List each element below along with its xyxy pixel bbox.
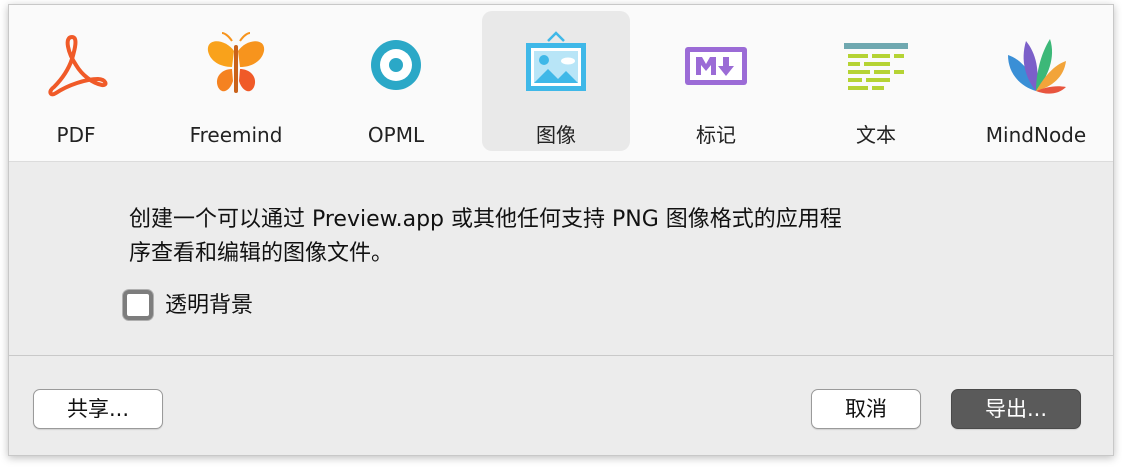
format-mindnode[interactable]: MindNode <box>962 11 1110 151</box>
cancel-button[interactable]: 取消 <box>811 389 921 429</box>
text-icon <box>844 43 908 90</box>
format-description: 创建一个可以通过 Preview.app 或其他任何支持 PNG 图像格式的应用… <box>129 203 989 271</box>
format-label: 图像 <box>536 123 576 147</box>
format-label: Freemind <box>189 123 283 147</box>
format-text[interactable]: 文本 <box>802 11 950 151</box>
format-toolbar: PDF Freemind OPML 图像 标记 文本 MindNode <box>9 5 1113 162</box>
transparent-background-label: 透明背景 <box>165 293 254 318</box>
format-label: MindNode <box>985 123 1087 147</box>
opml-icon <box>371 40 421 90</box>
share-button[interactable]: 共享... <box>33 389 163 429</box>
format-markdown[interactable]: 标记 <box>642 11 790 151</box>
export-button[interactable]: 导出... <box>951 389 1081 429</box>
pdf-icon <box>48 35 108 97</box>
format-opml[interactable]: OPML <box>322 11 470 151</box>
format-label: 标记 <box>696 123 736 147</box>
image-icon <box>526 31 586 91</box>
format-label: PDF <box>56 123 96 147</box>
format-pdf[interactable]: PDF <box>2 11 150 151</box>
mindnode-icon <box>1008 39 1066 94</box>
format-label: 文本 <box>856 123 896 147</box>
divider <box>9 355 1113 356</box>
butterfly-icon <box>207 32 265 93</box>
export-dialog: PDF Freemind OPML 图像 标记 文本 MindNode 创建一个… <box>8 4 1114 456</box>
format-label: OPML <box>367 123 425 147</box>
format-freemind[interactable]: Freemind <box>162 11 310 151</box>
transparent-background-checkbox[interactable] <box>123 290 153 320</box>
description-line: 创建一个可以通过 Preview.app 或其他任何支持 PNG 图像格式的应用… <box>129 207 842 232</box>
format-image[interactable]: 图像 <box>482 11 630 151</box>
description-line: 序查看和编辑的图像文件。 <box>129 241 394 266</box>
markdown-icon <box>685 47 747 85</box>
